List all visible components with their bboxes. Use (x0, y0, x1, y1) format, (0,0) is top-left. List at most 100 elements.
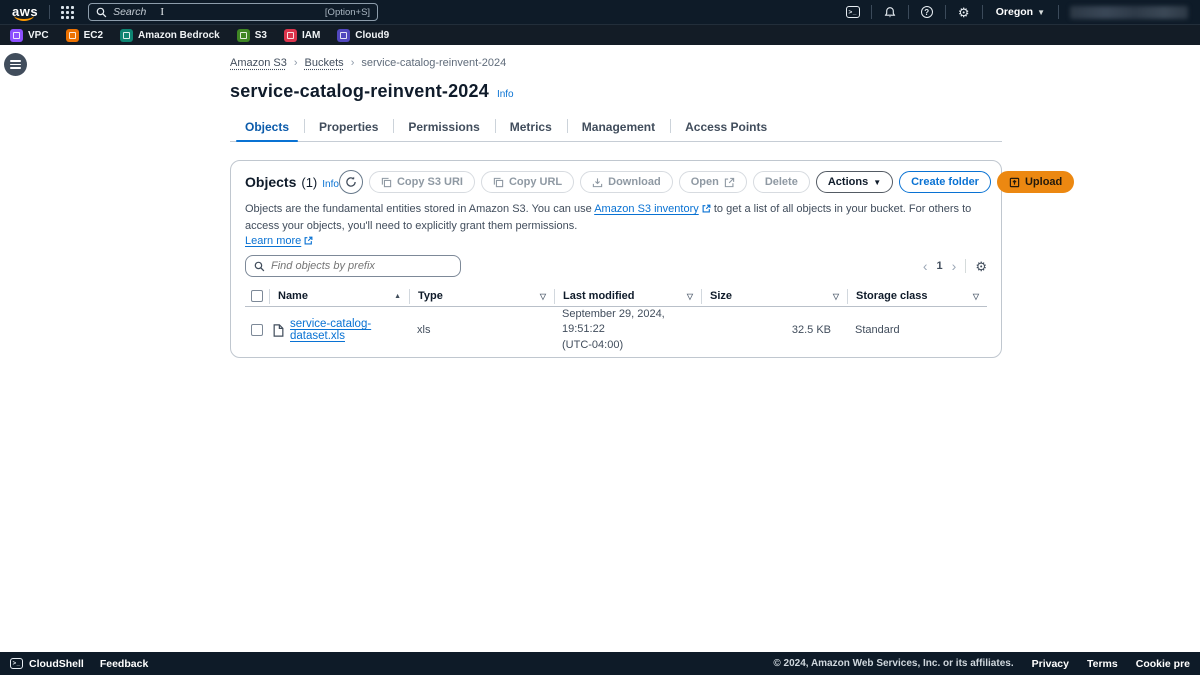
favorite-s3[interactable]: S3 (236, 28, 267, 42)
upload-button[interactable]: Upload (996, 171, 1075, 193)
objects-search-field (245, 255, 461, 277)
copy-s3-uri-button[interactable]: Copy S3 URI (368, 171, 475, 193)
previous-page-icon[interactable]: ‹ (923, 258, 928, 274)
cloudshell-footer-button[interactable]: >_ CloudShell (10, 658, 84, 670)
breadcrumb-amazon-s3[interactable]: Amazon S3 (230, 57, 287, 69)
external-link-icon (702, 204, 711, 213)
learn-more-link[interactable]: Learn more (245, 235, 301, 247)
table-preferences-gear-icon[interactable]: ⚙ (975, 260, 987, 273)
next-page-icon[interactable]: › (952, 258, 957, 274)
search-shortcut-hint: [Option+S] (324, 6, 371, 18)
side-menu-toggle-button[interactable] (4, 53, 27, 76)
console-footer: >_ CloudShell Feedback © 2024, Amazon We… (0, 652, 1200, 675)
refresh-button[interactable] (338, 170, 363, 194)
column-header-type[interactable]: Type ▽ (409, 288, 554, 304)
search-icon (254, 261, 265, 271)
objects-info-link[interactable]: Info (322, 179, 339, 190)
row-checkbox[interactable] (251, 324, 263, 337)
table-row: service-catalog-dataset.xls xls Septembe… (245, 307, 987, 351)
tab-objects[interactable]: Objects (230, 115, 304, 142)
objects-heading: Objects (245, 174, 297, 190)
cloud9-service-icon (337, 28, 351, 42)
global-search-placeholder: Search (113, 6, 147, 18)
copy-icon (493, 177, 504, 187)
find-objects-input[interactable] (271, 260, 452, 272)
aws-logo[interactable]: aws (8, 4, 42, 21)
divider (870, 5, 872, 19)
objects-toolbar: Copy S3 URI Copy URL Download Open Delet… (338, 170, 1075, 194)
table-header-row: Name ▲ Type ▽ Last modified ▽ Size ▽ Sto… (245, 286, 987, 307)
region-selector[interactable]: Oregon ▼ (990, 6, 1051, 18)
copy-icon (381, 177, 392, 187)
pagination: ‹ 1 › ⚙ (923, 258, 987, 274)
refresh-icon (346, 176, 356, 187)
objects-count: (1) (301, 175, 318, 190)
external-link-icon (304, 236, 313, 245)
copyright-text: © 2024, Amazon Web Services, Inc. or its… (773, 658, 1014, 669)
column-header-name[interactable]: Name ▲ (269, 288, 409, 304)
privacy-link[interactable]: Privacy (1032, 658, 1069, 670)
help-icon[interactable]: ? (916, 4, 938, 20)
notifications-bell-icon[interactable] (879, 4, 901, 20)
favorite-bedrock[interactable]: Amazon Bedrock (120, 28, 220, 42)
s3-service-icon (236, 28, 250, 42)
breadcrumb-current: service-catalog-reinvent-2024 (361, 57, 507, 69)
account-menu-redacted[interactable] (1070, 5, 1188, 19)
services-grid-icon[interactable] (61, 5, 75, 19)
delete-button[interactable]: Delete (752, 171, 810, 193)
chevron-down-icon: ▼ (1037, 7, 1045, 17)
tab-access-points[interactable]: Access Points (670, 115, 782, 141)
cloudshell-icon[interactable]: >_ (842, 4, 864, 20)
download-button[interactable]: Download (580, 171, 673, 193)
terms-link[interactable]: Terms (1087, 658, 1118, 670)
top-navigation-bar: aws Search I [Option+S] >_ ? ⚙ Oregon ▼ (0, 0, 1200, 24)
create-folder-button[interactable]: Create folder (899, 171, 991, 193)
iam-service-icon (283, 28, 297, 42)
tab-management[interactable]: Management (566, 115, 670, 141)
page-title: service-catalog-reinvent-2024 (230, 81, 489, 101)
select-all-checkbox[interactable] (251, 290, 263, 302)
copy-url-button[interactable]: Copy URL (480, 171, 575, 193)
column-header-last-modified[interactable]: Last modified ▽ (554, 288, 701, 304)
breadcrumb: Amazon S3 › Buckets › service-catalog-re… (230, 57, 1002, 69)
object-name-link[interactable]: service-catalog-dataset.xls (290, 318, 405, 342)
breadcrumb-separator-icon: › (350, 57, 355, 69)
favorite-cloud9[interactable]: Cloud9 (337, 28, 389, 42)
divider (944, 5, 946, 19)
favorite-ec2[interactable]: EC2 (65, 28, 103, 42)
filter-icon: ▽ (686, 291, 693, 301)
s3-console-page: aws Search I [Option+S] >_ ? ⚙ Oregon ▼ (0, 0, 1200, 675)
object-size: 32.5 KB (791, 324, 831, 337)
divider (907, 5, 909, 19)
global-search-input[interactable]: Search I [Option+S] (88, 3, 379, 21)
region-label: Oregon (995, 6, 1034, 18)
open-button[interactable]: Open (678, 171, 747, 193)
current-page-number[interactable]: 1 (937, 260, 943, 272)
divider (49, 5, 51, 19)
s3-inventory-link[interactable]: Amazon S3 inventory (594, 203, 699, 215)
breadcrumb-buckets[interactable]: Buckets (305, 57, 344, 69)
external-link-icon (724, 177, 734, 187)
breadcrumb-separator-icon: › (293, 57, 298, 69)
title-info-link[interactable]: Info (497, 89, 514, 100)
favorite-iam[interactable]: IAM (283, 28, 320, 42)
favorite-vpc[interactable]: VPC (10, 28, 49, 42)
text-cursor: I (160, 6, 165, 18)
actions-dropdown-button[interactable]: Actions ▼ (815, 171, 894, 193)
upload-icon (1009, 177, 1020, 187)
settings-gear-icon[interactable]: ⚙ (953, 4, 975, 20)
tab-permissions[interactable]: Permissions (393, 115, 494, 141)
objects-panel: Objects (1) Info Copy S3 URI Copy URL Do… (230, 160, 1075, 358)
favorites-bar: VPC EC2 Amazon Bedrock S3 IAM Cloud9 (0, 24, 1200, 45)
divider (1058, 5, 1059, 19)
feedback-link[interactable]: Feedback (100, 658, 148, 670)
tab-metrics[interactable]: Metrics (494, 115, 567, 141)
chevron-down-icon: ▼ (873, 177, 882, 187)
column-header-size[interactable]: Size ▽ (701, 288, 847, 304)
tab-properties[interactable]: Properties (304, 115, 393, 141)
download-icon (592, 177, 603, 187)
bucket-tabs: Objects Properties Permissions Metrics M… (230, 115, 1002, 142)
filter-icon: ▽ (832, 291, 839, 301)
column-header-storage-class[interactable]: Storage class ▽ (847, 288, 987, 304)
cookie-preferences-link[interactable]: Cookie pre (1136, 658, 1190, 670)
